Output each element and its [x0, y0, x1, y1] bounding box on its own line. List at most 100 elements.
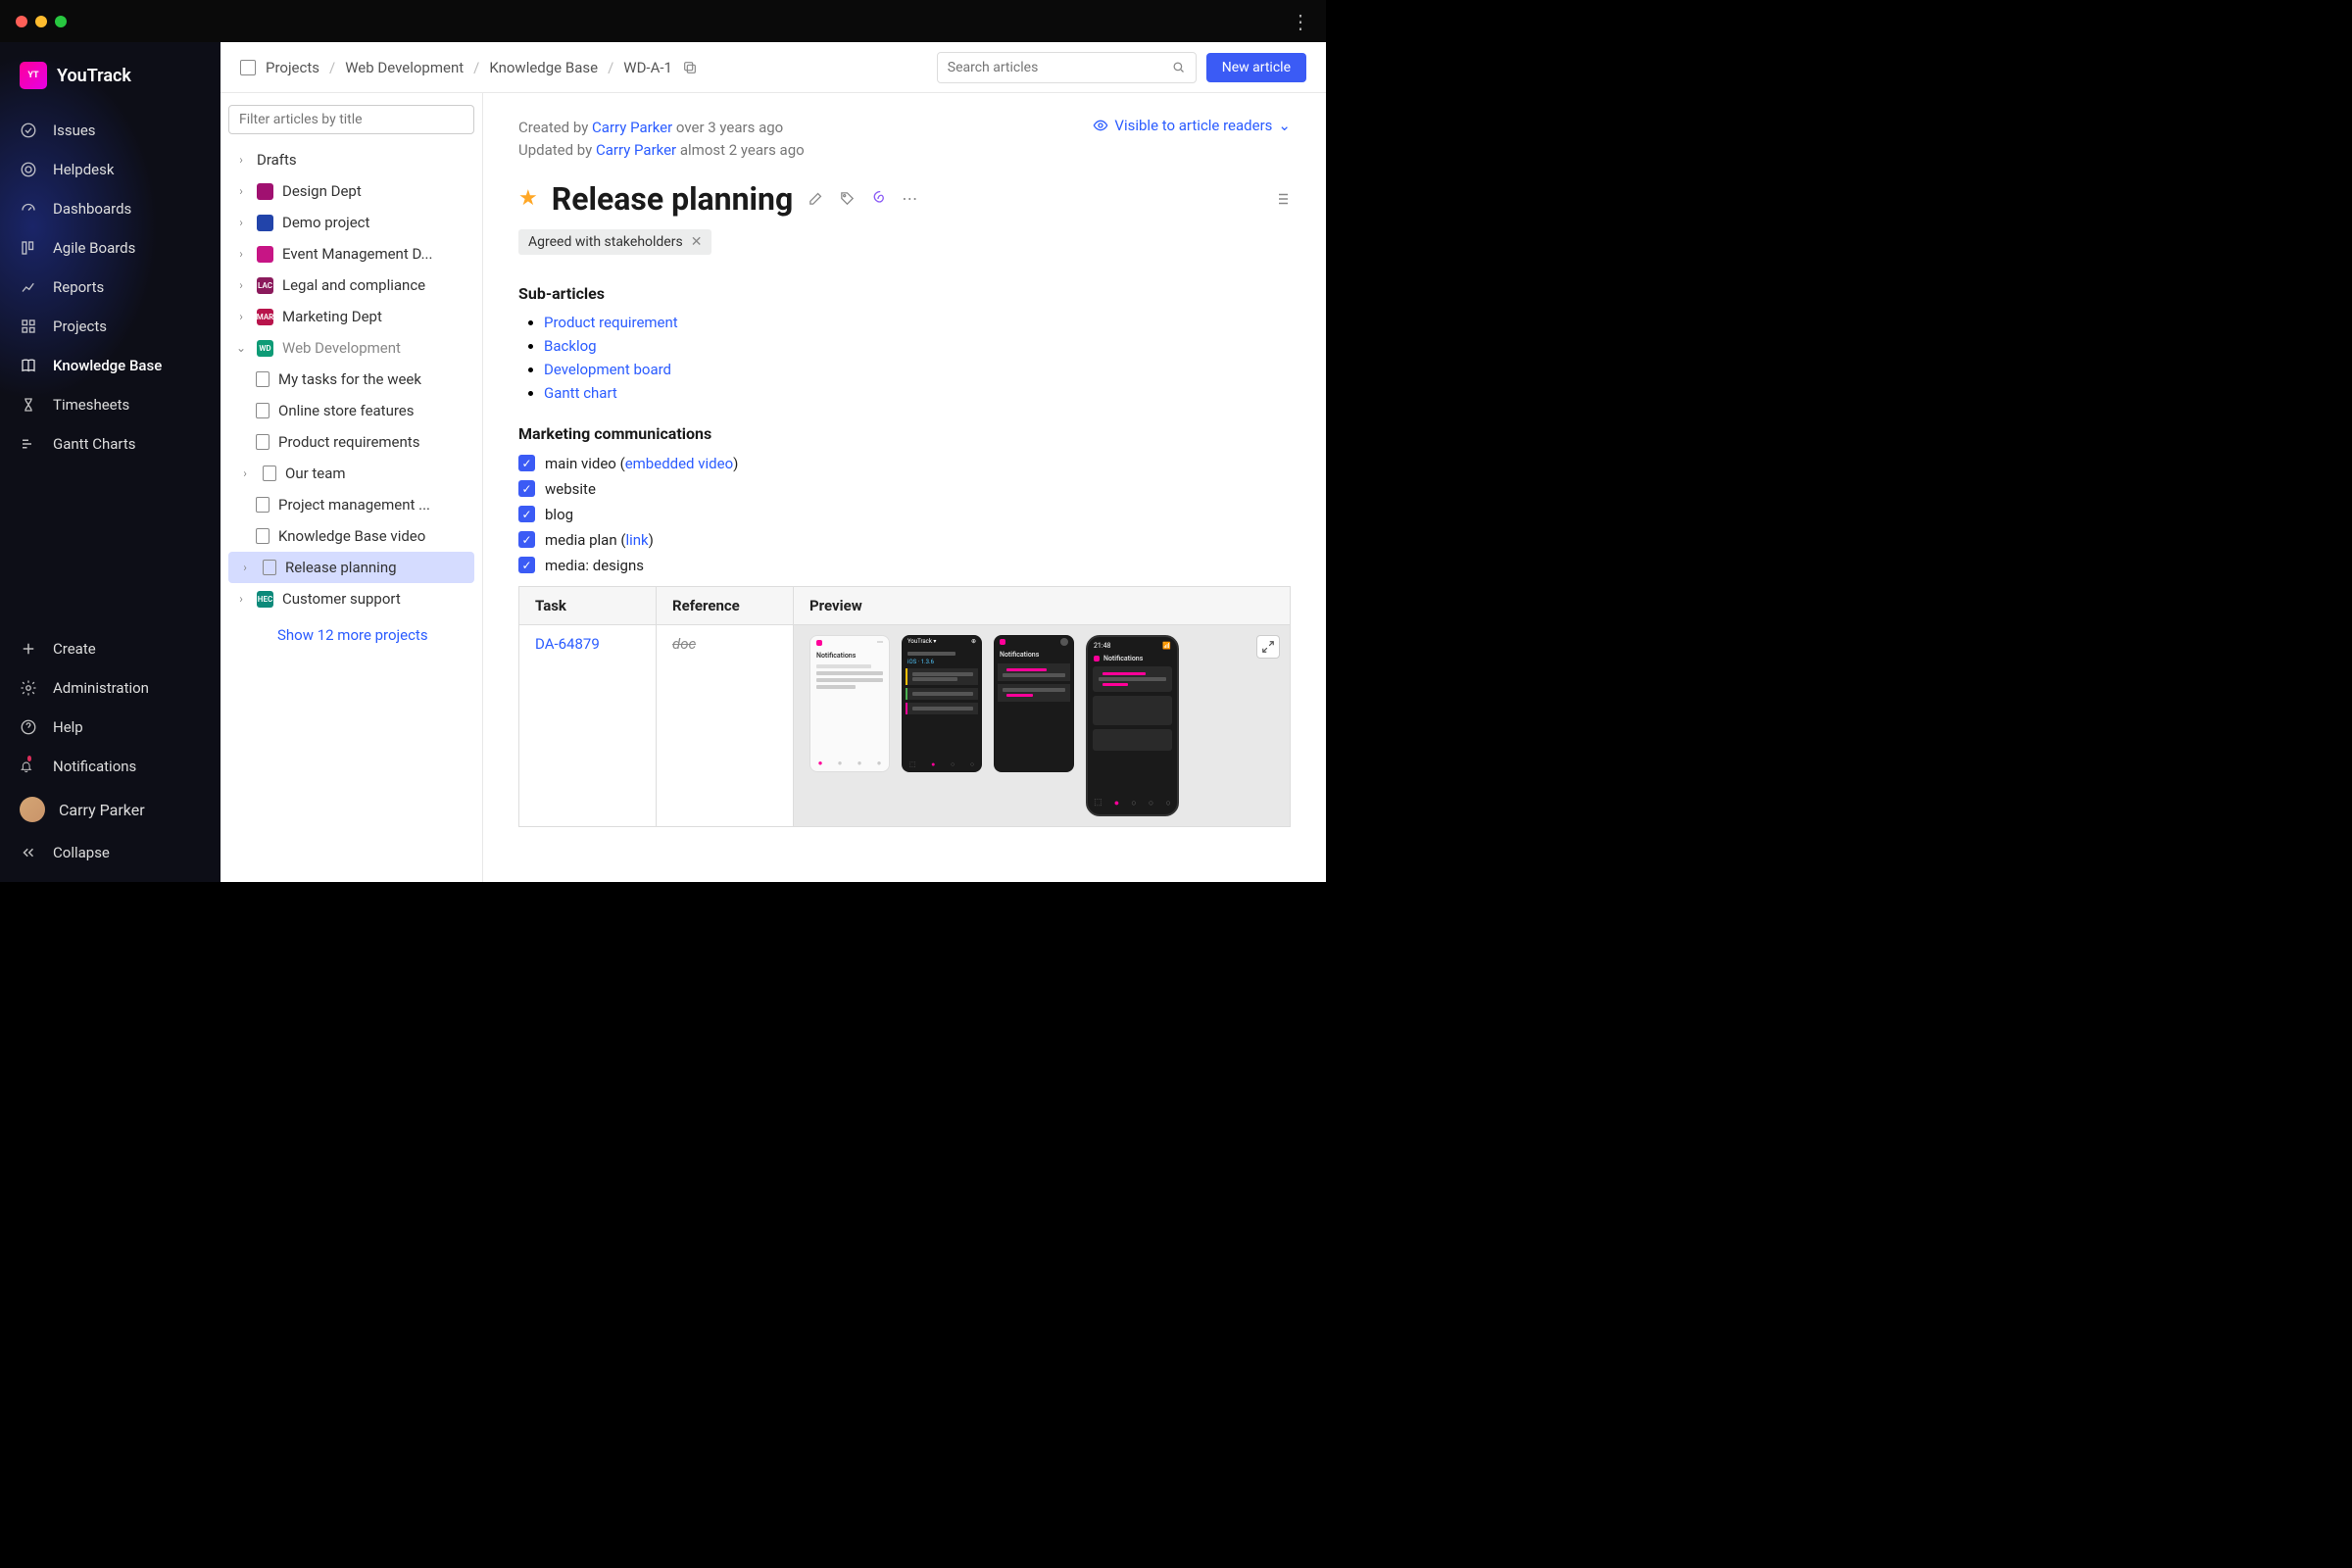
tag-chip[interactable]: Agreed with stakeholders ✕ [518, 229, 711, 255]
sidebar-user[interactable]: Carry Parker [0, 786, 220, 833]
tree-item-customer-support[interactable]: › HEC Customer support [228, 583, 474, 614]
panel-icon[interactable] [240, 60, 256, 75]
minimize-window-icon[interactable] [35, 16, 47, 27]
tree-item-kb-video[interactable]: Knowledge Base video [228, 520, 474, 552]
chevron-down-icon: ⌄ [234, 341, 248, 355]
sidebar-item-label: Administration [53, 679, 149, 697]
copy-icon[interactable] [682, 60, 698, 75]
tree-item-online-store[interactable]: Online store features [228, 395, 474, 426]
sidebar-item-timesheets[interactable]: Timesheets [0, 385, 220, 424]
more-icon[interactable]: ⋯ [901, 190, 918, 208]
book-icon [20, 357, 37, 374]
sidebar-collapse-label: Collapse [53, 844, 110, 861]
sidebar-item-agile-boards[interactable]: Agile Boards [0, 228, 220, 268]
sub-article-link[interactable]: Development board [544, 361, 671, 378]
sidebar-bottom: Create Administration Help Notifications… [0, 629, 220, 882]
sub-article-link[interactable]: Backlog [544, 337, 597, 355]
updated-by-link[interactable]: Carry Parker [596, 141, 676, 159]
edit-icon[interactable] [807, 190, 824, 208]
check-circle-icon [20, 122, 37, 139]
tree-item-our-team[interactable]: › Our team [228, 458, 474, 489]
window-titlebar: ⋮ [0, 0, 1326, 42]
checkbox-icon[interactable]: ✓ [518, 531, 535, 548]
sidebar-item-label: Issues [53, 122, 96, 139]
sub-article-link[interactable]: Gantt chart [544, 384, 617, 402]
tag-icon[interactable] [838, 190, 856, 208]
visibility-dropdown[interactable]: Visible to article readers ⌄ [1093, 117, 1291, 134]
tree-panel: › Drafts › Design Dept › Demo project › … [220, 93, 483, 882]
sub-articles-heading: Sub-articles [518, 284, 1291, 303]
table-cell-task: DA-64879 [519, 624, 657, 826]
article-meta: Created by Carry Parker over 3 years ago… [518, 117, 805, 163]
breadcrumb-item[interactable]: Web Development [345, 59, 464, 76]
sidebar-item-gantt-charts[interactable]: Gantt Charts [0, 424, 220, 464]
more-menu-icon[interactable]: ⋮ [1291, 10, 1310, 33]
eye-icon [1093, 118, 1108, 133]
sidebar-item-knowledge-base[interactable]: Knowledge Base [0, 346, 220, 385]
checklist-item: ✓ media plan (link) [518, 527, 1291, 553]
tree-item-label: Customer support [282, 590, 401, 608]
sidebar-item-label: Agile Boards [53, 239, 135, 257]
new-article-button[interactable]: New article [1206, 53, 1306, 82]
remove-tag-icon[interactable]: ✕ [691, 234, 703, 250]
sidebar-item-create[interactable]: Create [0, 629, 220, 668]
tree-item-marketing[interactable]: › MAR Marketing Dept [228, 301, 474, 332]
project-icon: WD [257, 340, 273, 357]
tree-item-proj-mgmt[interactable]: Project management ... [228, 489, 474, 520]
tree-item-release-planning[interactable]: › Release planning [228, 552, 474, 583]
sidebar-collapse[interactable]: Collapse [0, 833, 220, 872]
checkbox-icon[interactable]: ✓ [518, 455, 535, 471]
logo-icon: YT [20, 62, 47, 89]
sidebar-item-projects[interactable]: Projects [0, 307, 220, 346]
breadcrumb: Projects / Web Development / Knowledge B… [240, 59, 927, 76]
tree-item-design-dept[interactable]: › Design Dept [228, 175, 474, 207]
show-more-link[interactable]: Show 12 more projects [228, 614, 474, 644]
sidebar-item-help[interactable]: Help [0, 708, 220, 747]
tree-item-event-mgmt[interactable]: › Event Management D... [228, 238, 474, 270]
sidebar-item-notifications[interactable]: Notifications [0, 747, 220, 786]
checklist-link[interactable]: embedded video [625, 455, 733, 472]
task-link[interactable]: DA-64879 [535, 635, 600, 653]
tree-item-demo-project[interactable]: › Demo project [228, 207, 474, 238]
tree-item-product-req[interactable]: Product requirements [228, 426, 474, 458]
breadcrumb-item[interactable]: WD-A-1 [623, 59, 672, 76]
checkbox-icon[interactable]: ✓ [518, 557, 535, 573]
search-field[interactable] [948, 60, 1163, 75]
traffic-lights [16, 16, 67, 27]
project-icon [257, 215, 273, 231]
search-input[interactable] [937, 52, 1197, 83]
sidebar-item-reports[interactable]: Reports [0, 268, 220, 307]
filter-input[interactable] [228, 105, 474, 134]
checkbox-icon[interactable]: ✓ [518, 506, 535, 522]
tree-item-web-dev[interactable]: ⌄ WD Web Development [228, 332, 474, 364]
toc-icon[interactable] [1273, 190, 1291, 208]
sidebar-item-helpdesk[interactable]: Helpdesk [0, 150, 220, 189]
sidebar-item-issues[interactable]: Issues [0, 111, 220, 150]
device-mockups: ⋯ Notifications ●●●● YouTrack ▾⊕ iOS [809, 635, 1274, 816]
chart-line-icon [20, 278, 37, 296]
sidebar-item-dashboards[interactable]: Dashboards [0, 189, 220, 228]
sidebar-item-administration[interactable]: Administration [0, 668, 220, 708]
checklist-item: ✓ main video (embedded video) [518, 451, 1291, 476]
created-by-link[interactable]: Carry Parker [592, 119, 672, 136]
sub-articles-list: Product requirement Backlog Development … [518, 311, 1291, 405]
breadcrumb-sep: / [608, 59, 613, 76]
search-icon[interactable] [1171, 60, 1186, 74]
checklist-link[interactable]: link [625, 531, 648, 549]
close-window-icon[interactable] [16, 16, 27, 27]
maximize-window-icon[interactable] [55, 16, 67, 27]
sidebar-item-label: Create [53, 640, 96, 658]
spiral-icon[interactable] [869, 190, 887, 208]
article-panel: Created by Carry Parker over 3 years ago… [483, 93, 1326, 882]
expand-icon[interactable] [1256, 635, 1280, 659]
tree-item-drafts[interactable]: › Drafts [228, 144, 474, 175]
app-logo[interactable]: YT YouTrack [0, 62, 220, 107]
tree-item-my-tasks[interactable]: My tasks for the week [228, 364, 474, 395]
star-icon[interactable]: ★ [518, 186, 538, 211]
breadcrumb-sep: / [473, 59, 479, 76]
checkbox-icon[interactable]: ✓ [518, 480, 535, 497]
tree-item-legal[interactable]: › LAC Legal and compliance [228, 270, 474, 301]
sub-article-link[interactable]: Product requirement [544, 314, 678, 331]
breadcrumb-item[interactable]: Knowledge Base [489, 59, 598, 76]
breadcrumb-item[interactable]: Projects [266, 59, 319, 76]
